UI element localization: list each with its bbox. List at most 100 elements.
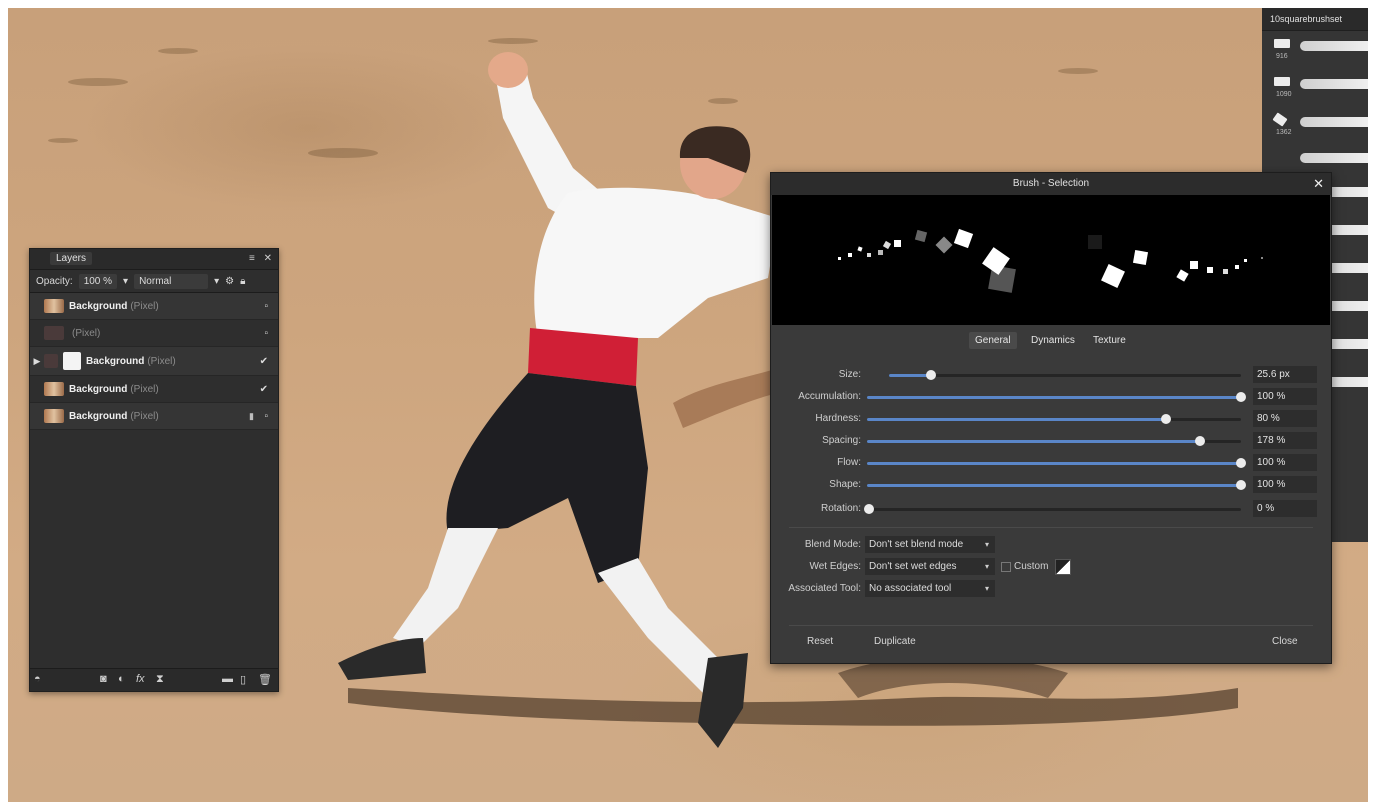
associated-tool-row: Associated Tool: No associated tool ▾ [771,579,1331,599]
reset-button[interactable]: Reset [799,633,841,650]
adjustment-icon[interactable]: ◐ [118,673,125,685]
custom-swatch-icon[interactable] [1055,559,1071,575]
size-label: Size: [838,369,861,380]
wet-edges-select[interactable]: Don't set wet edges ▾ [865,558,995,575]
associated-tool-select[interactable]: No associated tool ▾ [865,580,995,597]
layer-row[interactable]: (Pixel) ▫ [30,320,278,347]
shape-slider-row: Shape: 100 % [771,475,1331,497]
tab-layers[interactable]: Layers [50,252,93,265]
layer-row[interactable]: Background (Pixel) ✔ [30,376,278,403]
rotation-slider[interactable] [864,504,1241,514]
trash-icon[interactable]: 🗑︎ [258,673,272,686]
brush-stroke-preview [1300,153,1368,163]
layer-type: (Pixel) [147,355,176,367]
duplicate-button[interactable]: Duplicate [866,633,924,650]
close-button[interactable]: Close [1264,633,1306,650]
layer-thumbnail [44,299,64,313]
layer-row[interactable]: Background (Pixel) ▮ ▫ [30,403,278,430]
brush-icon [1274,39,1290,48]
hardness-label: Hardness: [815,413,861,424]
spacing-value[interactable]: 178 % [1253,432,1317,449]
accumulation-value[interactable]: 100 % [1253,388,1317,405]
brush-item[interactable]: 1362 [1262,107,1368,145]
brush-stroke-preview [1300,117,1368,127]
lock-icon[interactable]: ▮ [249,411,254,422]
group-icon[interactable]: ▬ [222,673,233,685]
dialog-title: Brush - Selection [1012,178,1090,189]
close-icon[interactable]: ✕ [264,253,272,264]
chevron-down-icon[interactable]: ▾ [123,276,128,287]
layer-name: Background [69,410,128,422]
layer-row[interactable]: Background (Pixel) ▫ [30,293,278,320]
shape-value[interactable]: 100 % [1253,476,1317,493]
blend-mode-select[interactable]: Normal [134,273,209,289]
spacing-slider-row: Spacing: 178 % [771,431,1331,453]
layer-thumbnail [44,382,64,396]
custom-checkbox[interactable] [1001,562,1011,572]
flow-value[interactable]: 100 % [1253,454,1317,471]
flow-slider[interactable] [867,458,1246,468]
visibility-checkbox[interactable]: ▫ [264,301,268,312]
add-layer-icon[interactable]: ▯ [240,673,246,686]
layers-footer: ◓ ◙ ◐ fx ⧗ ▬ ▯ 🗑︎ [30,668,278,691]
brush-number: 1362 [1276,129,1292,136]
brush-icon [1272,112,1288,127]
brush-stroke-preview [772,195,1330,325]
visibility-checkbox[interactable]: ✔ [260,356,268,367]
size-value[interactable]: 25.6 px [1253,366,1317,383]
mask-icon[interactable]: ◙ [100,673,107,685]
tab-texture[interactable]: Texture [1087,332,1132,349]
visibility-checkbox[interactable]: ✔ [260,384,268,395]
dialog-titlebar[interactable]: Brush - Selection ✕ [771,173,1331,195]
associated-tool-value: No associated tool [869,583,952,594]
brush-item[interactable]: 1090 [1262,69,1368,107]
panel-menu-icon[interactable]: ≡ [249,253,255,264]
size-slider[interactable] [889,370,1241,380]
layer-type: (Pixel) [130,410,159,422]
blend-mode-row: Blend Mode: Don't set blend mode ▾ [771,535,1331,555]
layer-row[interactable]: ▶ Background (Pixel) ✔ [30,347,278,376]
wet-edges-row: Wet Edges: Don't set wet edges ▾ Custom [771,557,1331,577]
brush-item[interactable]: 916 [1262,31,1368,69]
blend-mode-label: Blend Mode: [804,539,861,550]
layer-thumbnail [44,354,58,368]
close-icon[interactable]: ✕ [1313,173,1324,195]
wet-edges-label: Wet Edges: [809,561,861,572]
layer-name: Background [69,383,128,395]
brush-icon [1274,77,1290,86]
visibility-checkbox[interactable]: ▫ [264,328,268,339]
brush-category[interactable]: 10squarebrushset [1262,8,1368,31]
spacing-label: Spacing: [822,435,861,446]
gear-icon[interactable]: ⚙ [225,276,234,287]
rotation-value[interactable]: 0 % [1253,500,1317,517]
size-slider-row: Size: 25.6 px [771,365,1331,387]
lock-icon[interactable]: 🔒︎ [240,276,245,287]
layers-options-bar: Opacity: 100 % ▾ Normal ▾ ⚙ 🔒︎ [30,270,278,293]
expand-icon[interactable]: ▶ [30,356,44,367]
tab-general[interactable]: General [969,332,1017,349]
chevron-down-icon[interactable]: ▾ [214,276,219,287]
spacing-slider[interactable] [867,436,1241,446]
blend-mode-select[interactable]: Don't set blend mode ▾ [865,536,995,553]
accumulation-label: Accumulation: [798,391,861,402]
tab-dynamics[interactable]: Dynamics [1025,332,1081,349]
layer-type: (Pixel) [130,383,159,395]
accumulation-slider[interactable] [867,392,1246,402]
fx-icon[interactable]: fx [136,673,145,685]
visibility-checkbox[interactable]: ▫ [264,411,268,422]
layer-mask-thumbnail [63,352,81,370]
layers-panel: Layers ≡ ✕ Opacity: 100 % ▾ Normal ▾ ⚙ 🔒… [29,248,279,692]
layers-tabbar: Layers ≡ ✕ [30,249,278,270]
layer-options-icon[interactable]: ◓ [34,673,41,685]
shape-label: Shape: [829,479,861,490]
layer-thumbnail [44,326,64,340]
flow-label: Flow: [837,457,861,468]
hourglass-icon[interactable]: ⧗ [156,673,164,686]
hardness-slider[interactable] [867,414,1241,424]
brush-number: 916 [1276,53,1288,60]
shape-slider[interactable] [867,480,1246,490]
flow-slider-row: Flow: 100 % [771,453,1331,475]
opacity-label: Opacity: [36,275,73,287]
hardness-value[interactable]: 80 % [1253,410,1317,427]
opacity-field[interactable]: 100 % [78,273,118,289]
